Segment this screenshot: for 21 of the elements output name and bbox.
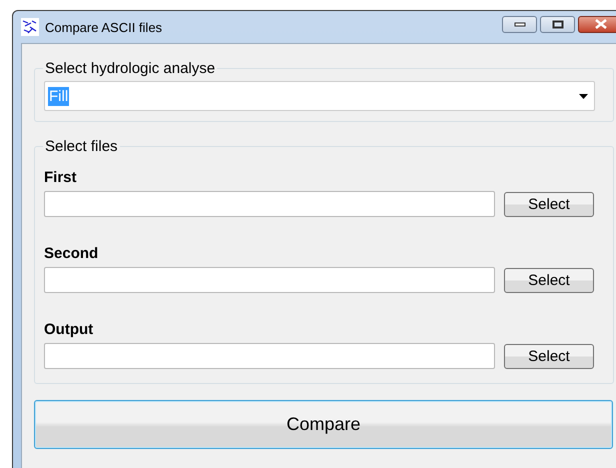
minimize-icon bbox=[514, 21, 526, 27]
minimize-button[interactable] bbox=[502, 16, 537, 32]
select-button[interactable]: Select bbox=[504, 268, 594, 292]
dropdown-arrow-icon bbox=[579, 94, 588, 98]
file-path-field[interactable] bbox=[44, 267, 495, 293]
select-button[interactable]: Select bbox=[504, 192, 594, 216]
app-icon bbox=[21, 18, 39, 36]
maximize-icon bbox=[552, 20, 564, 28]
group-title: Select hydrologic analyse bbox=[44, 60, 216, 77]
close-icon bbox=[594, 19, 608, 29]
group-title: Select files bbox=[44, 138, 119, 155]
window-title: Compare ASCII files bbox=[45, 20, 162, 34]
select-button[interactable]: Select bbox=[504, 344, 594, 368]
compare-button[interactable]: Compare bbox=[34, 400, 613, 449]
close-button[interactable] bbox=[578, 16, 616, 32]
field-label: Output bbox=[44, 321, 94, 338]
file-path-field[interactable] bbox=[44, 343, 495, 369]
field-label: First bbox=[44, 169, 77, 186]
field-label: Second bbox=[44, 245, 98, 262]
maximize-button[interactable] bbox=[540, 16, 575, 32]
file-path-field[interactable] bbox=[44, 191, 495, 217]
